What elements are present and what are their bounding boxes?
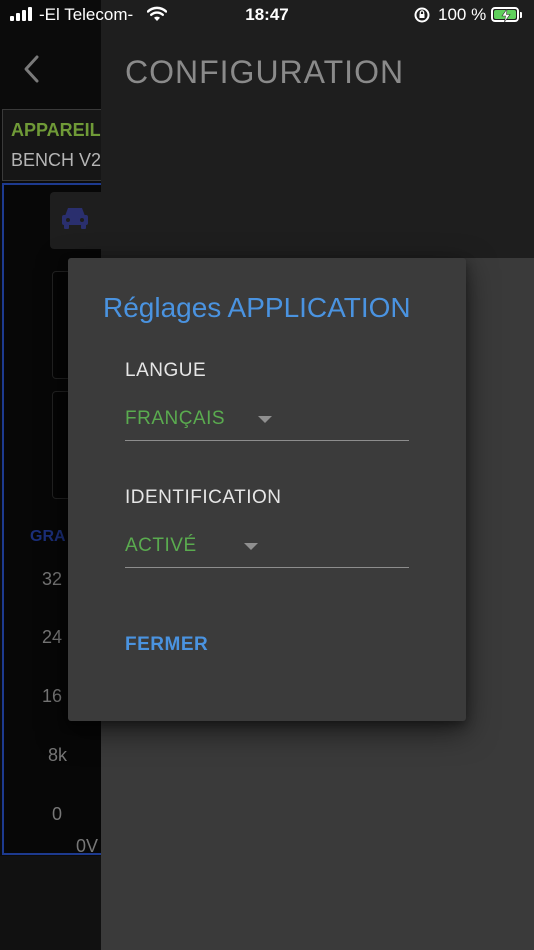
x-tick: 0V [76,836,99,856]
configuration-header-area [101,0,534,258]
y-tick: 8k [48,745,68,765]
app-screen: -El Telecom- 18:47 100 % APPAREIL BENCH … [0,0,534,950]
dropdown-arrow-icon [258,416,272,423]
y-tick: 0 [52,804,63,824]
close-button[interactable]: FERMER [125,634,208,656]
graph-label: GRA [30,528,66,545]
battery-percentage: 100 % [438,5,487,24]
status-bar: -El Telecom- 18:47 100 % [0,0,534,30]
language-value: FRANÇAIS [125,408,226,429]
settings-dialog: Réglages APPLICATION LANGUE FRANÇAIS IDE… [68,258,466,721]
page-title: CONFIGURATION [125,54,405,90]
y-tick: 24 [42,627,63,647]
identification-value: ACTIVÉ [125,535,197,556]
y-tick: 32 [42,569,63,589]
language-label: LANGUE [125,360,207,381]
language-select[interactable]: FRANÇAIS [125,404,409,441]
rotation-lock-icon [413,6,431,29]
device-name: BENCH V2 [11,150,102,170]
identification-label: IDENTIFICATION [125,487,282,508]
device-label: APPAREIL [11,120,101,140]
car-icon [62,208,88,229]
chevron-left-icon[interactable] [20,54,44,89]
battery-charging-icon [491,7,522,22]
dialog-title: Réglages APPLICATION [103,292,411,323]
identification-select[interactable]: ACTIVÉ [125,531,409,568]
dropdown-arrow-icon [244,543,258,550]
y-tick: 16 [42,686,63,706]
